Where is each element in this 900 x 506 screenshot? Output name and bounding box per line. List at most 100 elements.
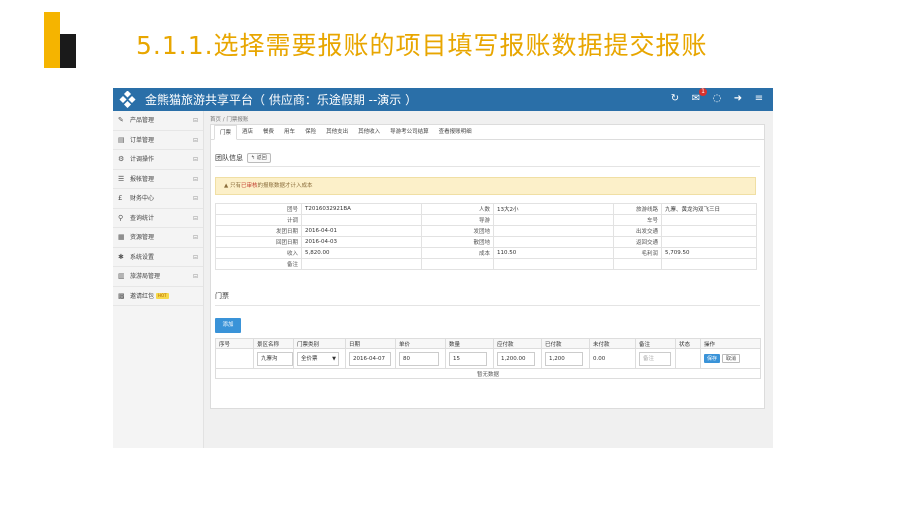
sidebar-item-label: 旅游局管理 <box>130 273 161 280</box>
info-label: 导游 <box>421 214 494 226</box>
expand-icon: ⊟ <box>192 195 198 202</box>
spot-name-input[interactable]: 九寨沟 <box>257 351 293 366</box>
column-header: 日期 <box>345 338 396 349</box>
back-button-label: 返回 <box>256 155 267 161</box>
sidebar-item[interactable]: ✱ 系统设置 ⊟ <box>113 248 203 267</box>
cell-price: 80 <box>395 348 446 369</box>
content-panel: 门票 酒店 餐费 用车 保险 其他支出 其他收入 导游考公司结算 查看报账明细 团队信息 ↰ 返回… <box>210 124 765 409</box>
gear-icon: ✱ <box>118 252 124 261</box>
info-value <box>661 236 757 248</box>
tickets-heading: 门票 <box>215 292 229 300</box>
cell-paid: 1,200 <box>541 348 590 369</box>
tab[interactable]: 用车 <box>279 125 300 139</box>
info-label: 出发交通 <box>613 225 662 237</box>
back-button[interactable]: ↰ 返回 <box>247 153 271 163</box>
alert-text-before: 只有 <box>229 183 241 189</box>
add-ticket-button[interactable]: 添加 <box>215 318 241 333</box>
table-row: 团号 T2016032921BA 人数 13大2小 旅游线路 九寨、黄龙沟双飞三日 <box>215 203 757 215</box>
sidebar-item[interactable]: ✎ 产品管理 ⊟ <box>113 111 203 131</box>
info-label: 成本 <box>421 247 494 259</box>
tab[interactable]: 餐费 <box>258 125 279 139</box>
table-row: 收入 5,820.00 成本 110.50 毛利润 5,709.50 <box>215 247 757 259</box>
tab[interactable]: 保险 <box>300 125 321 139</box>
tab[interactable]: 其他支出 <box>321 125 353 139</box>
tab[interactable]: 导游考公司结算 <box>385 125 434 139</box>
cancel-button[interactable]: 取消 <box>722 354 741 363</box>
refresh-icon[interactable]: ↻ <box>669 92 681 106</box>
list-icon: ▤ <box>118 135 125 144</box>
info-label: 人数 <box>421 203 494 215</box>
ticket-category-select[interactable]: 全价票 ▼ <box>297 351 339 366</box>
sidebar-item[interactable]: ▩ 邀请红包 HOT <box>113 287 203 306</box>
info-value: 九寨、黄龙沟双飞三日 <box>661 203 757 215</box>
no-data-row: 暂无数据 <box>215 368 761 379</box>
sidebar-item-label: 邀请红包 <box>130 292 155 300</box>
column-header: 数量 <box>445 338 494 349</box>
sidebar-item[interactable]: ⚲ 查询统计 ⊟ <box>113 209 203 228</box>
payable-input[interactable]: 1,200.00 <box>497 351 535 366</box>
info-label: 散团地 <box>421 236 494 248</box>
cell-unpaid: 0.00 <box>589 348 636 369</box>
team-info-heading: 团队信息 ↰ 返回 <box>215 153 271 163</box>
info-label: 回团日期 <box>215 236 302 248</box>
search-icon: ⚲ <box>118 213 124 222</box>
table-row: 备注 <box>215 258 757 270</box>
chat-icon[interactable]: ◌ <box>711 92 723 106</box>
sidebar-item-label: 系统设置 <box>130 253 155 261</box>
cell-actions: 保存 取消 <box>700 348 761 369</box>
divider <box>215 305 760 306</box>
table-row: 九寨沟 全价票 ▼ 2016-04-07 80 15 1,200.00 1,200… <box>215 348 761 369</box>
mail-icon[interactable]: ✉ 1 <box>690 88 707 106</box>
no-data-cell: 暂无数据 <box>215 368 761 379</box>
info-value <box>493 214 614 226</box>
diamond-logo-icon <box>119 91 136 108</box>
tab[interactable]: 查看报账明细 <box>434 125 477 139</box>
info-value: 2016-04-03 <box>301 236 422 248</box>
warning-alert: ▲ 只有已审核的报账数据才计入成本 <box>215 177 756 195</box>
alert-highlight: 已审核 <box>241 183 258 189</box>
date-input[interactable]: 2016-04-07 <box>349 351 391 366</box>
price-input[interactable]: 80 <box>399 351 439 366</box>
cell-remark: 备注 <box>635 348 676 369</box>
tab[interactable]: 其他收入 <box>353 125 385 139</box>
sidebar-item[interactable]: £ 财务中心 ⊟ <box>113 189 203 209</box>
logout-icon[interactable]: ➜ <box>732 92 744 106</box>
cell-index <box>215 348 254 369</box>
info-label: 返回交通 <box>613 236 662 248</box>
info-label: 备注 <box>215 258 302 270</box>
cell-status <box>675 348 701 369</box>
divider <box>215 166 760 167</box>
sidebar-item[interactable]: ▦ 资源管理 ⊟ <box>113 228 203 248</box>
sidebar-item-label: 财务中心 <box>130 195 155 202</box>
tab[interactable]: 酒店 <box>237 125 258 139</box>
sidebar-item[interactable]: ☰ 报帐管理 ⊟ <box>113 170 203 189</box>
ticket-category-value: 全价票 <box>301 355 318 362</box>
save-button[interactable]: 保存 <box>704 354 721 363</box>
tab[interactable]: 门票 <box>214 125 238 140</box>
sidebar-item-label: 产品管理 <box>130 117 155 124</box>
info-value <box>301 214 422 226</box>
decor-yellow-bar <box>44 12 60 68</box>
sidebar-item-label: 查询统计 <box>130 214 155 222</box>
platform-name: 金熊猫旅游共享平台（ 供应商：乐途假期 --演示 ） <box>145 93 418 107</box>
remark-input[interactable]: 备注 <box>639 351 671 366</box>
quantity-input[interactable]: 15 <box>449 351 487 366</box>
column-header: 应付款 <box>493 338 542 349</box>
info-value: 5,709.50 <box>661 247 757 259</box>
sidebar-item[interactable]: ▤ 订单管理 ⊟ <box>113 131 203 150</box>
info-value <box>661 225 757 237</box>
breadcrumb[interactable]: 首页 / 门票报账 <box>210 115 248 123</box>
tickets-table: 序号 景区名称 门票类别 日期 单价 数量 应付款 已付款 未付款 备注 状态 操作 九寨沟 全价票 ▼… <box>215 338 761 379</box>
paid-input[interactable]: 1,200 <box>545 351 583 366</box>
sidebar-item[interactable]: ⚙ 计调操作 ⊟ <box>113 150 203 170</box>
menu-icon[interactable]: ≡ <box>753 92 765 106</box>
column-header: 状态 <box>675 338 701 349</box>
info-value <box>493 258 614 270</box>
expand-icon: ⊟ <box>192 214 198 222</box>
info-label: 收入 <box>215 247 302 259</box>
table-row: 回团日期 2016-04-03 散团地 返回交通 <box>215 236 757 248</box>
info-label <box>421 258 494 270</box>
info-value: 2016-04-01 <box>301 225 422 237</box>
sidebar-item-label: 计调操作 <box>130 156 155 163</box>
sidebar-item[interactable]: ▥ 旅游局管理 ⊟ <box>113 267 203 287</box>
